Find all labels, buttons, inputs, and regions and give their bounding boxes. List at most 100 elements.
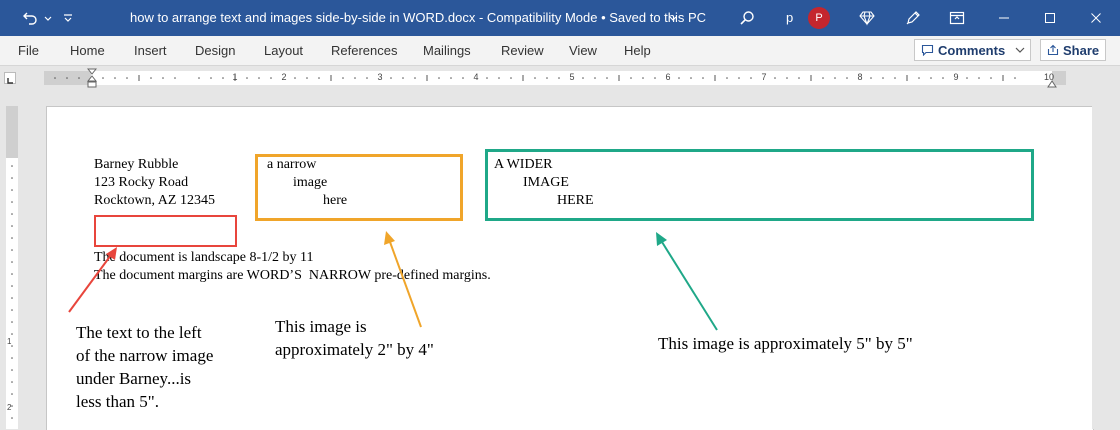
ruler-tick <box>294 77 296 79</box>
vruler-number: 2 <box>7 403 12 412</box>
ruler-tick <box>654 77 656 79</box>
ruler-tick <box>54 77 56 79</box>
vertical-scrollbar[interactable] <box>1092 106 1120 429</box>
tab-help[interactable]: Help <box>624 36 651 65</box>
diamond-icon[interactable] <box>856 0 878 36</box>
ruler-tick <box>594 77 596 79</box>
vruler-tick <box>11 237 13 239</box>
vruler-tick <box>11 189 13 191</box>
maximize-icon[interactable] <box>1038 0 1062 36</box>
tab-layout[interactable]: Layout <box>264 36 303 65</box>
comments-label: Comments <box>938 42 1006 58</box>
vruler-tick <box>11 261 13 263</box>
red-note-line-4: less than 5". <box>76 392 159 411</box>
title-bar: how to arrange text and images side-by-s… <box>0 0 1120 36</box>
first-line-indent-marker[interactable] <box>86 68 98 93</box>
comments-button[interactable]: Comments <box>914 39 1031 61</box>
undo-icon[interactable] <box>18 0 42 36</box>
ruler-tick <box>462 77 464 79</box>
share-button[interactable]: Share <box>1040 39 1106 61</box>
ruler-tick <box>918 77 920 79</box>
ruler-tick <box>894 77 896 79</box>
vertical-ruler[interactable]: 1 2 <box>6 106 18 429</box>
ruler-tick <box>66 77 68 79</box>
tab-design[interactable]: Design <box>195 36 235 65</box>
ruler-tick <box>246 77 248 79</box>
avatar[interactable]: P <box>808 7 830 29</box>
chevron-down-icon <box>1015 46 1025 54</box>
vruler-tick <box>11 249 13 251</box>
close-icon[interactable] <box>1084 0 1108 36</box>
vruler-tick <box>11 393 13 395</box>
pen-icon[interactable] <box>902 0 924 36</box>
vruler-tick <box>11 369 13 371</box>
ruler-tick <box>582 77 584 79</box>
tab-review[interactable]: Review <box>501 36 544 65</box>
address-line-3: Rocktown, AZ 12345 <box>94 193 215 208</box>
tab-references[interactable]: References <box>331 36 397 65</box>
vruler-tick <box>11 297 13 299</box>
vruler-tick <box>11 177 13 179</box>
tab-file[interactable]: File <box>18 36 39 65</box>
ruler-number: 8 <box>857 72 863 82</box>
ruler-tick <box>486 77 488 79</box>
ruler-tick <box>498 77 500 79</box>
tab-selector[interactable] <box>4 72 16 84</box>
ruler-tick <box>210 77 212 79</box>
vruler-tick <box>11 309 13 311</box>
ruler-tick <box>366 77 368 79</box>
horizontal-ruler[interactable]: 1 2 3 4 5 6 7 8 9 10 <box>44 71 1066 85</box>
ruler-tick <box>882 77 884 79</box>
ruler-tick <box>990 77 992 79</box>
vruler-ticks <box>11 165 13 419</box>
ruler-tick <box>534 77 536 79</box>
ruler-tick <box>306 77 308 79</box>
vruler-tick <box>11 201 13 203</box>
document-title: how to arrange text and images side-by-s… <box>130 10 707 25</box>
orange-note-line-1: This image is <box>275 317 367 336</box>
ruler-tick <box>978 77 980 79</box>
ruler-tick <box>606 77 608 79</box>
ruler-tick <box>822 77 824 79</box>
vruler-tick <box>11 213 13 215</box>
vruler-tick <box>11 285 13 287</box>
vruler-tick <box>11 225 13 227</box>
address-line-1: Barney Rubble <box>94 157 179 172</box>
ribbon-tabs: File Home Insert Design Layout Reference… <box>0 36 1120 66</box>
ruler-tick <box>966 77 968 79</box>
tab-home[interactable]: Home <box>70 36 105 65</box>
green-highlight-box <box>485 149 1034 221</box>
search-icon[interactable] <box>736 0 758 36</box>
tab-insert[interactable]: Insert <box>134 36 167 65</box>
ruler-number: 9 <box>953 72 959 82</box>
ruler-tick <box>510 77 512 79</box>
ruler-tick <box>390 77 392 79</box>
ruler-number: 6 <box>665 72 671 82</box>
ruler-tick <box>558 77 560 79</box>
vruler-tick <box>11 357 13 359</box>
vruler-tick <box>11 273 13 275</box>
document-page[interactable]: Barney Rubble 123 Rocky Road Rocktown, A… <box>46 106 1094 430</box>
ruler-tick <box>450 77 452 79</box>
customize-qat-icon[interactable] <box>60 0 76 36</box>
tab-view[interactable]: View <box>569 36 597 65</box>
ruler-tick <box>546 77 548 79</box>
ruler-tick <box>114 77 116 79</box>
ruler-tick <box>774 77 776 79</box>
tab-mailings[interactable]: Mailings <box>423 36 471 65</box>
right-indent-marker[interactable] <box>1047 75 1057 93</box>
ruler-tick <box>678 77 680 79</box>
ruler-tick <box>222 77 224 79</box>
ruler-tick <box>162 77 164 79</box>
ruler-tick <box>690 77 692 79</box>
undo-dropdown-icon[interactable] <box>42 0 54 36</box>
title-dropdown-icon[interactable] <box>666 0 680 36</box>
ribbon-display-icon[interactable] <box>946 0 968 36</box>
ruler-tick <box>942 77 944 79</box>
ruler-tick <box>270 77 272 79</box>
ruler-tick <box>930 77 932 79</box>
ruler-tick <box>1014 77 1016 79</box>
ruler-tick <box>198 77 200 79</box>
ruler-tick <box>798 77 800 79</box>
minimize-icon[interactable] <box>992 0 1016 36</box>
